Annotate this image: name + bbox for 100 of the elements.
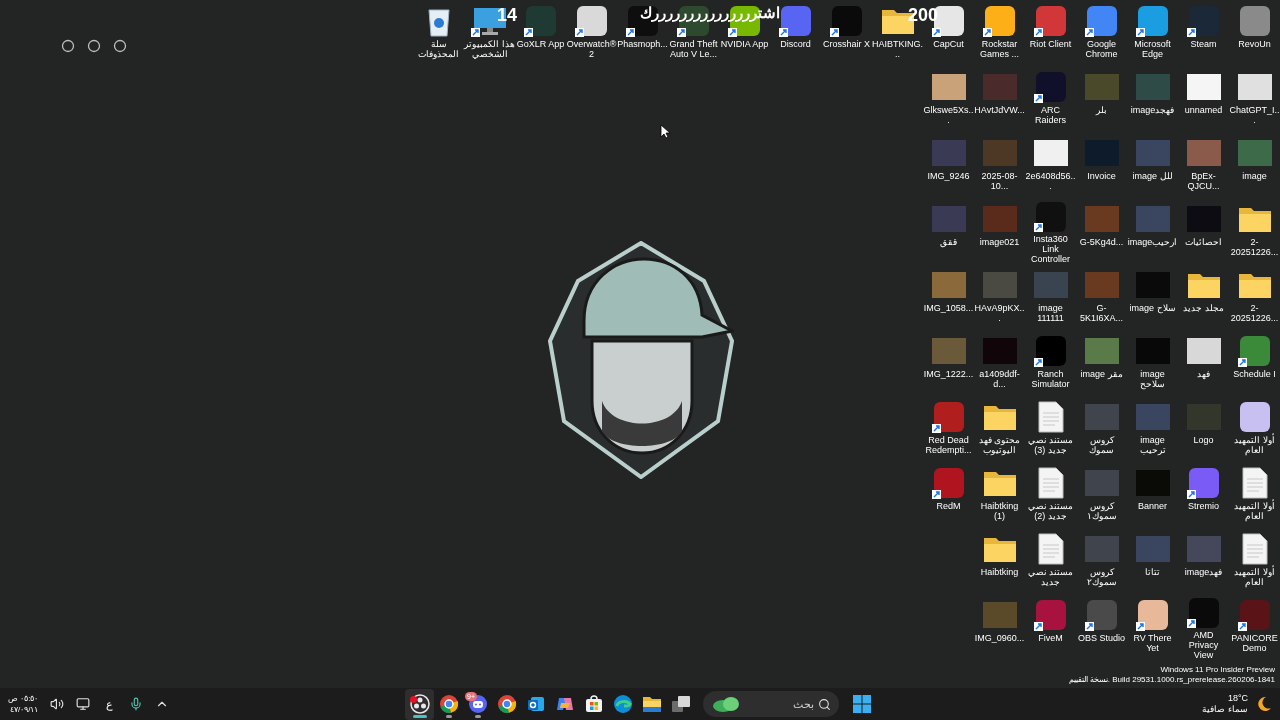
icon-label[interactable]: IMG_1222...	[923, 369, 974, 379]
icon-label[interactable]: Stremio	[1178, 501, 1229, 511]
icon-label[interactable]: BpEx-QJCU...	[1178, 171, 1229, 191]
icon-label[interactable]: IMG_1058...	[923, 303, 974, 313]
icon-label[interactable]: مستند نصي جديد	[1025, 567, 1076, 587]
icon-label[interactable]: HAIBTKING...	[872, 39, 923, 59]
icon-label[interactable]: AMD Privacy View	[1178, 630, 1229, 660]
icon-label[interactable]: ARC Raiders	[1025, 105, 1076, 125]
icon-label[interactable]: تتاتا	[1127, 567, 1178, 577]
icon-label[interactable]: 2e6408d56...	[1025, 171, 1076, 191]
icon-label[interactable]: Schedule I	[1229, 369, 1280, 379]
mouse-cursor-icon	[660, 124, 670, 139]
icon-label[interactable]: مستند نصي جديد (3)	[1025, 435, 1076, 455]
icon-label[interactable]: image سلاح	[1127, 303, 1178, 313]
icon-label[interactable]: كروس سموك٢	[1076, 567, 1127, 587]
obs-icon	[409, 694, 430, 714]
icon-label[interactable]: Ranch Simulator	[1025, 369, 1076, 389]
icon-label[interactable]: image ترحيب	[1127, 435, 1178, 455]
language-indicator[interactable]: ع	[102, 695, 118, 713]
chrome-icon	[438, 694, 459, 714]
icon-label[interactable]: Google Chrome	[1076, 39, 1127, 59]
document-icon	[1037, 400, 1064, 433]
chrome-icon	[496, 694, 517, 714]
icon-label[interactable]: Banner	[1127, 501, 1178, 511]
icon-label[interactable]: imageفهجد	[1127, 105, 1178, 115]
icon-label[interactable]: محتوى فهد اليوتيوب	[974, 435, 1025, 455]
icon-label[interactable]: Rockstar Games ...	[974, 39, 1025, 59]
icon-label[interactable]: ChatGPT_I...	[1229, 105, 1280, 125]
icon-label[interactable]: image021	[974, 237, 1025, 247]
icon-label[interactable]: أولا التمهيد العام	[1229, 435, 1280, 455]
icon-label[interactable]: أولا التمهيد العام	[1229, 501, 1280, 521]
icon-label[interactable]: 2-20251226...	[1229, 237, 1280, 257]
icon-label[interactable]: Haibtking	[974, 567, 1025, 577]
icon-label[interactable]: G-5Kg4d...	[1076, 237, 1127, 247]
weather-condition[interactable]: سماء صافية	[1202, 704, 1248, 715]
icon-label[interactable]: Microsoft Edge	[1127, 39, 1178, 59]
search-bar[interactable]: بحث	[703, 691, 839, 717]
icon-label[interactable]: FiveM	[1025, 633, 1076, 643]
icon-label[interactable]: PANICORE Demo	[1229, 633, 1280, 653]
icon-label[interactable]: Phasmoph...	[617, 39, 668, 49]
icon-label[interactable]: فهد	[1178, 369, 1229, 379]
icon-label[interactable]: unnamed	[1178, 105, 1229, 115]
icon-label[interactable]: Insta360 Link Controller	[1025, 234, 1076, 264]
icon-label[interactable]: NVIDIA App	[719, 39, 770, 49]
clock-time[interactable]: ٠٥:٥٠ ص	[8, 693, 39, 704]
icon-label[interactable]: أولا التمهيد العام	[1229, 567, 1280, 587]
icon-label[interactable]: مستند نصي جديد (2)	[1025, 501, 1076, 521]
icon-label[interactable]: Red Dead Redempti...	[923, 435, 974, 455]
icon-label[interactable]: كروس سموك١	[1076, 501, 1127, 521]
icon-label[interactable]: Grand Theft Auto V Le...	[668, 39, 719, 59]
icon-label[interactable]: imageارحيب	[1127, 237, 1178, 247]
task-view-icon	[670, 695, 691, 713]
icon-label[interactable]: Haibtking (1)	[974, 501, 1025, 521]
icon-label[interactable]: RV There Yet	[1127, 633, 1178, 653]
icon-label[interactable]: HAvtJdVW...	[974, 105, 1025, 115]
icon-label[interactable]: RevoUn	[1229, 39, 1280, 49]
icon-label[interactable]: Discord	[770, 39, 821, 49]
icon-label[interactable]: CapCut	[923, 39, 974, 49]
icon-label[interactable]: بلر	[1076, 105, 1127, 115]
icon-label[interactable]: G-5K1I6XA...	[1076, 303, 1127, 323]
icon-label[interactable]: a1409ddf-d...	[974, 369, 1025, 389]
icon-label[interactable]: كروس سموك	[1076, 435, 1127, 455]
speaker-icon[interactable]	[50, 697, 65, 711]
icon-label[interactable]: سلة المحذوفات	[413, 39, 464, 59]
icon-label[interactable]: IMG_0960...	[974, 633, 1025, 643]
icon-label[interactable]: 2-20251226...	[1229, 303, 1280, 323]
search-input[interactable]: بحث	[745, 695, 814, 713]
icon-label[interactable]: مجلد جديد	[1178, 303, 1229, 313]
moon-icon[interactable]	[1256, 696, 1272, 712]
microphone-icon[interactable]	[129, 697, 144, 711]
icon-label[interactable]: RedM	[923, 501, 974, 511]
network-icon[interactable]	[76, 697, 91, 711]
icon-label[interactable]: 2025-08-10...	[974, 171, 1025, 191]
icon-label[interactable]: Logo	[1178, 435, 1229, 445]
document-icon	[1241, 466, 1268, 499]
document-icon	[1241, 532, 1268, 565]
icon-label[interactable]: هذا الكمبيوتر الشخصي	[464, 39, 515, 59]
icon-label[interactable]: Overwatch® 2	[566, 39, 617, 59]
icon-label[interactable]: image سلاحح	[1127, 369, 1178, 389]
icon-label[interactable]: ققق	[923, 237, 974, 247]
icon-label[interactable]: Steam	[1178, 39, 1229, 49]
icon-label[interactable]: image 111111	[1025, 303, 1076, 323]
icon-label[interactable]: Glkswe5Xs...	[923, 105, 974, 125]
running-indicator	[445, 714, 452, 718]
icon-label[interactable]: Crosshair X	[821, 39, 872, 49]
icon-label[interactable]: Riot Client	[1025, 39, 1076, 49]
icon-label[interactable]: OBS Studio	[1076, 633, 1127, 643]
clock-date[interactable]: ٤٧/٠٩/١١	[10, 704, 39, 715]
icon-label[interactable]: image مقر	[1076, 369, 1127, 379]
weather-temperature[interactable]: 18°C	[1227, 693, 1248, 704]
icon-label[interactable]: imageفهد	[1178, 567, 1229, 577]
taskbar-app-button[interactable]	[405, 688, 434, 720]
icon-label[interactable]: image للل	[1127, 171, 1178, 181]
icon-label[interactable]: IMG_9246	[923, 171, 974, 181]
icon-label[interactable]: HAvA9pKX...	[974, 303, 1025, 323]
icon-label[interactable]: احصائيات	[1178, 237, 1229, 247]
icon-label[interactable]: Invoice	[1076, 171, 1127, 181]
document-icon	[1037, 532, 1064, 565]
icon-label[interactable]: GoXLR App	[515, 39, 566, 49]
icon-label[interactable]: image	[1229, 171, 1280, 181]
